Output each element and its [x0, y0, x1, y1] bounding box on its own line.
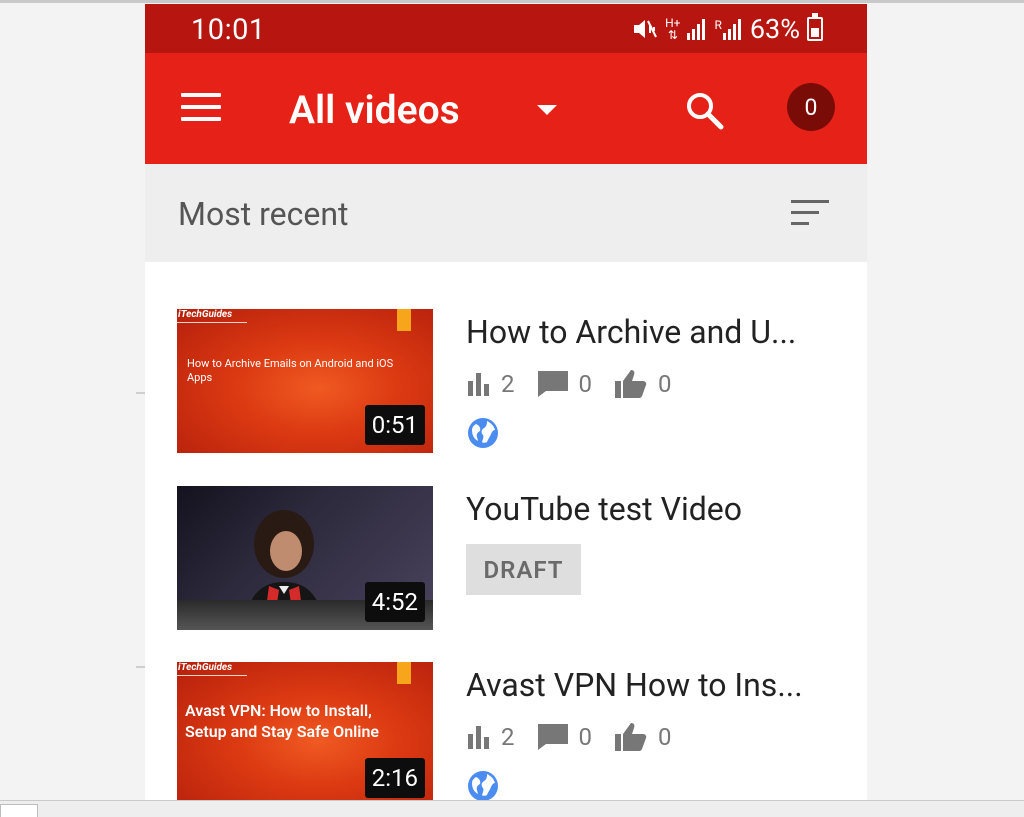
- video-duration: 0:51: [364, 405, 425, 445]
- comments-count: 0: [578, 723, 593, 751]
- status-bar: 10:01 H+ ⇅ R 63%: [145, 4, 867, 53]
- thumbs-up-icon: [615, 370, 647, 398]
- views-bar-chart-icon: [468, 373, 489, 396]
- sort-filter-row: Most recent: [145, 164, 867, 262]
- thumbnail-logo-tab: [397, 662, 411, 684]
- app-bar: All videos 0: [145, 53, 867, 164]
- views-stat: 2: [467, 370, 515, 398]
- globe-icon: [467, 417, 499, 449]
- video-stats: 2 0 0: [467, 722, 694, 752]
- video-thumbnail[interactable]: 4:52: [177, 486, 433, 630]
- views-count: 2: [501, 723, 515, 751]
- video-title[interactable]: How to Archive and U...: [466, 313, 796, 351]
- search-icon[interactable]: [685, 91, 725, 131]
- signal-strength-icon: [687, 18, 707, 40]
- likes-stat: 0: [614, 722, 672, 752]
- video-duration: 2:16: [364, 758, 425, 798]
- window-bottom-bar: [0, 800, 1024, 817]
- sort-label: Most recent: [178, 195, 349, 233]
- video-title[interactable]: YouTube test Video: [466, 490, 742, 528]
- thumbnail-caption: Avast VPN: How to Install, Setup and Sta…: [185, 701, 379, 741]
- phone-screen: 10:01 H+ ⇅ R 63% All videos 0 Most recen…: [145, 4, 867, 800]
- page-title[interactable]: All videos: [289, 87, 460, 133]
- roaming-label: R: [714, 18, 722, 32]
- thumbnail-brand-underline: [177, 675, 247, 676]
- data-arrows-icon: ⇅: [667, 28, 678, 42]
- video-stats: 2 0 0: [467, 369, 694, 399]
- thumbnail-caption: How to Archive Emails on Android and iOS…: [187, 357, 394, 384]
- account-count-badge[interactable]: 0: [787, 83, 835, 131]
- video-title[interactable]: Avast VPN How to Ins...: [466, 666, 803, 704]
- video-list-item[interactable]: 4:52 YouTube test Video DRAFT: [145, 486, 867, 662]
- video-thumbnail[interactable]: iTechGuides How to Archive Emails on And…: [177, 309, 433, 453]
- likes-count: 0: [658, 723, 672, 751]
- likes-stat: 0: [614, 369, 672, 399]
- mute-vibrate-icon: [632, 17, 658, 41]
- thumbnail-logo-tab: [397, 309, 411, 331]
- thumbnail-brand-underline: [177, 322, 247, 323]
- mobile-data-icon: H+ ⇅: [665, 17, 680, 41]
- thumbnail-brand: iTechGuides: [178, 662, 233, 673]
- comments-stat: 0: [537, 370, 593, 398]
- thumbs-up-icon: [615, 723, 647, 751]
- roaming-signal-icon: R: [714, 18, 742, 40]
- window-bottom-tab: [0, 804, 38, 817]
- video-duration: 4:52: [364, 582, 425, 622]
- comment-icon: [537, 371, 568, 397]
- battery-percent: 63%: [749, 13, 800, 45]
- views-bar-chart-icon: [468, 726, 489, 749]
- status-icons: H+ ⇅ R 63%: [632, 13, 823, 45]
- dropdown-arrow-icon[interactable]: [537, 105, 557, 115]
- likes-count: 0: [658, 370, 672, 398]
- video-list-item[interactable]: iTechGuides Avast VPN: How to Install, S…: [145, 662, 867, 800]
- video-list-item[interactable]: iTechGuides How to Archive Emails on And…: [145, 309, 867, 485]
- sort-icon[interactable]: [791, 200, 831, 230]
- window-top-border: [0, 0, 1024, 3]
- thumbnail-brand: iTechGuides: [178, 309, 233, 320]
- status-time: 10:01: [191, 13, 266, 47]
- comments-stat: 0: [537, 723, 593, 751]
- views-count: 2: [501, 370, 515, 398]
- video-thumbnail[interactable]: iTechGuides Avast VPN: How to Install, S…: [177, 662, 433, 800]
- hamburger-menu-icon[interactable]: [181, 91, 221, 123]
- globe-icon: [467, 770, 499, 800]
- comments-count: 0: [578, 370, 593, 398]
- battery-icon: [807, 13, 823, 41]
- draft-badge: DRAFT: [466, 544, 581, 595]
- comment-icon: [537, 724, 568, 750]
- views-stat: 2: [467, 723, 515, 751]
